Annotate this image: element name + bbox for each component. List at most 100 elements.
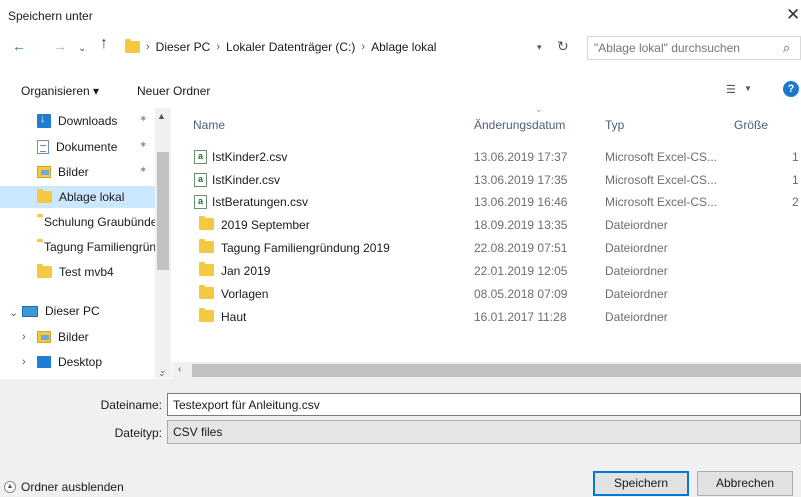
file-type-cell: Microsoft Excel-CS... <box>605 195 718 209</box>
pictures-icon <box>37 331 51 343</box>
search-box[interactable] <box>587 36 801 60</box>
collapse-chevron-icon[interactable]: ⌄ <box>9 306 18 319</box>
table-row[interactable]: IstBeratungen.csv 13.06.2019 16:46 Micro… <box>172 190 801 213</box>
search-icon[interactable]: ⌕ <box>783 40 790 56</box>
file-name-cell: IstKinder.csv <box>194 173 280 187</box>
table-row[interactable]: IstKinder.csv 13.06.2019 17:35 Microsoft… <box>172 168 801 191</box>
file-date-cell: 22.01.2019 12:05 <box>474 264 568 278</box>
file-size-cell: 2 KB <box>792 195 801 209</box>
refresh-icon[interactable]: ↻ <box>557 38 569 55</box>
pin-icon[interactable]: ✶ <box>139 140 147 151</box>
file-name-cell: 2019 September <box>199 216 310 232</box>
column-header-date[interactable]: Änderungsdatum <box>474 118 565 132</box>
table-row[interactable]: Jan 2019 22.01.2019 12:05 Dateiordner <box>172 259 801 282</box>
nav-scrollbar-thumb[interactable] <box>157 152 169 270</box>
desktop-icon <box>37 356 51 368</box>
nav-item-this-pc[interactable]: Dieser PC <box>22 300 152 322</box>
file-date-cell: 13.06.2019 16:46 <box>474 195 568 209</box>
file-type-cell: Microsoft Excel-CS... <box>605 173 718 187</box>
nav-item-tagung[interactable]: Tagung Familiengründung 2019 <box>37 236 155 258</box>
expand-chevron-icon[interactable]: › <box>22 356 26 368</box>
save-button[interactable]: Speichern <box>593 471 689 496</box>
breadcrumb-this-pc[interactable]: Dieser PC <box>156 40 211 54</box>
back-arrow-icon[interactable]: ← <box>12 38 26 54</box>
file-date-cell: 22.08.2019 07:51 <box>474 241 568 255</box>
file-type-cell: Dateiordner <box>605 310 668 324</box>
table-row[interactable]: Vorlagen 08.05.2018 07:09 Dateiordner <box>172 282 801 305</box>
filename-label: Dateiname: <box>100 398 162 412</box>
file-date-cell: 08.05.2018 07:09 <box>474 287 568 301</box>
table-row[interactable]: IstKinder2.csv 13.06.2019 17:37 Microsof… <box>172 145 801 168</box>
nav-item-bilder[interactable]: Bilder <box>37 161 152 183</box>
file-name-cell: Vorlagen <box>199 285 268 301</box>
file-name-cell: IstKinder2.csv <box>194 150 287 164</box>
help-button[interactable]: ? <box>783 81 799 97</box>
nav-item-label: Desktop <box>58 355 103 369</box>
file-date-cell: 16.01.2017 11:28 <box>474 310 567 324</box>
view-dropdown-icon[interactable]: ▼ <box>744 84 752 93</box>
nav-item-label: Ablage lokal <box>59 190 125 204</box>
nav-item-test-mvb4[interactable]: Test mvb4 <box>37 261 155 283</box>
address-bar[interactable]: › Dieser PC › Lokaler Datenträger (C:) ›… <box>118 35 578 59</box>
column-header-size[interactable]: Größe <box>734 118 768 132</box>
recent-locations-chevron-icon[interactable]: ⌄ <box>78 41 86 57</box>
hide-folders-label: Ordner ausblenden <box>21 480 124 494</box>
nav-item-pc-bilder[interactable]: Bilder <box>37 326 152 348</box>
scroll-down-icon[interactable]: ⌄ <box>159 365 167 376</box>
folder-icon <box>199 216 214 230</box>
scroll-up-icon[interactable]: ▲ <box>157 111 166 121</box>
file-date-cell: 13.06.2019 17:37 <box>474 150 568 164</box>
sort-indicator-icon: ⌄ <box>535 104 543 114</box>
breadcrumb-ablage-lokal[interactable]: Ablage lokal <box>371 40 436 54</box>
nav-item-ablage-lokal[interactable]: Ablage lokal <box>0 186 155 208</box>
pictures-icon <box>37 166 51 178</box>
csv-file-icon <box>194 150 207 164</box>
cancel-button[interactable]: Abbrechen <box>697 471 793 496</box>
document-icon <box>37 140 49 154</box>
hide-folders-toggle[interactable]: ▲ Ordner ausblenden <box>4 480 124 494</box>
file-date-cell: 13.06.2019 17:35 <box>474 173 568 187</box>
table-row[interactable]: 2019 September 18.09.2019 13:35 Dateiord… <box>172 213 801 236</box>
breadcrumb-separator-icon: › <box>361 41 366 53</box>
new-folder-button[interactable]: Neuer Ordner <box>137 84 210 98</box>
column-header-type[interactable]: Typ <box>605 118 624 132</box>
address-dropdown-icon[interactable]: ▾ <box>537 42 542 53</box>
nav-item-label: Tagung Familiengründung 2019 <box>44 240 155 254</box>
folder-icon <box>37 189 52 203</box>
horizontal-scrollbar-thumb[interactable] <box>192 364 801 377</box>
nav-item-downloads[interactable]: Downloads <box>37 110 152 132</box>
scroll-left-icon[interactable]: ‹ <box>178 364 181 375</box>
search-input[interactable] <box>594 41 774 55</box>
file-type-cell: Dateiordner <box>605 264 668 278</box>
nav-item-label: Downloads <box>58 114 118 128</box>
filename-input[interactable] <box>173 397 773 412</box>
up-arrow-icon[interactable]: ↑ <box>100 36 108 52</box>
nav-item-schulung[interactable]: Schulung Graubünden <box>37 211 155 233</box>
file-name-cell: Jan 2019 <box>199 262 270 278</box>
filename-field[interactable] <box>167 393 801 416</box>
folder-icon <box>199 262 214 276</box>
pin-icon[interactable]: ✶ <box>139 165 147 176</box>
close-button[interactable]: ✕ <box>786 5 800 25</box>
expand-chevron-icon[interactable]: › <box>22 331 26 343</box>
table-row[interactable]: Haut 16.01.2017 11:28 Dateiordner <box>172 305 801 328</box>
csv-file-icon <box>194 195 207 209</box>
nav-item-dokumente[interactable]: Dokumente <box>37 136 152 158</box>
table-row[interactable]: Tagung Familiengründung 2019 22.08.2019 … <box>172 236 801 259</box>
nav-item-label: Bilder <box>58 330 89 344</box>
breadcrumb-local-disk[interactable]: Lokaler Datenträger (C:) <box>226 40 355 54</box>
filetype-select[interactable]: CSV files <box>167 420 801 444</box>
nav-item-desktop[interactable]: Desktop <box>37 351 152 373</box>
forward-arrow-icon[interactable]: → <box>53 38 67 54</box>
file-type-cell: Dateiordner <box>605 218 668 232</box>
folder-icon <box>125 39 140 53</box>
breadcrumb-separator-icon: › <box>146 41 150 53</box>
file-type-cell: Dateiordner <box>605 287 668 301</box>
view-options-icon[interactable]: ☰ <box>726 83 736 96</box>
column-header-name[interactable]: Name <box>193 118 225 132</box>
organize-button[interactable]: Organisieren ▾ <box>21 84 99 98</box>
command-bar <box>0 70 801 108</box>
window-title: Speichern unter <box>8 9 93 23</box>
pin-icon[interactable]: ✶ <box>139 114 147 125</box>
folder-icon <box>199 308 214 322</box>
